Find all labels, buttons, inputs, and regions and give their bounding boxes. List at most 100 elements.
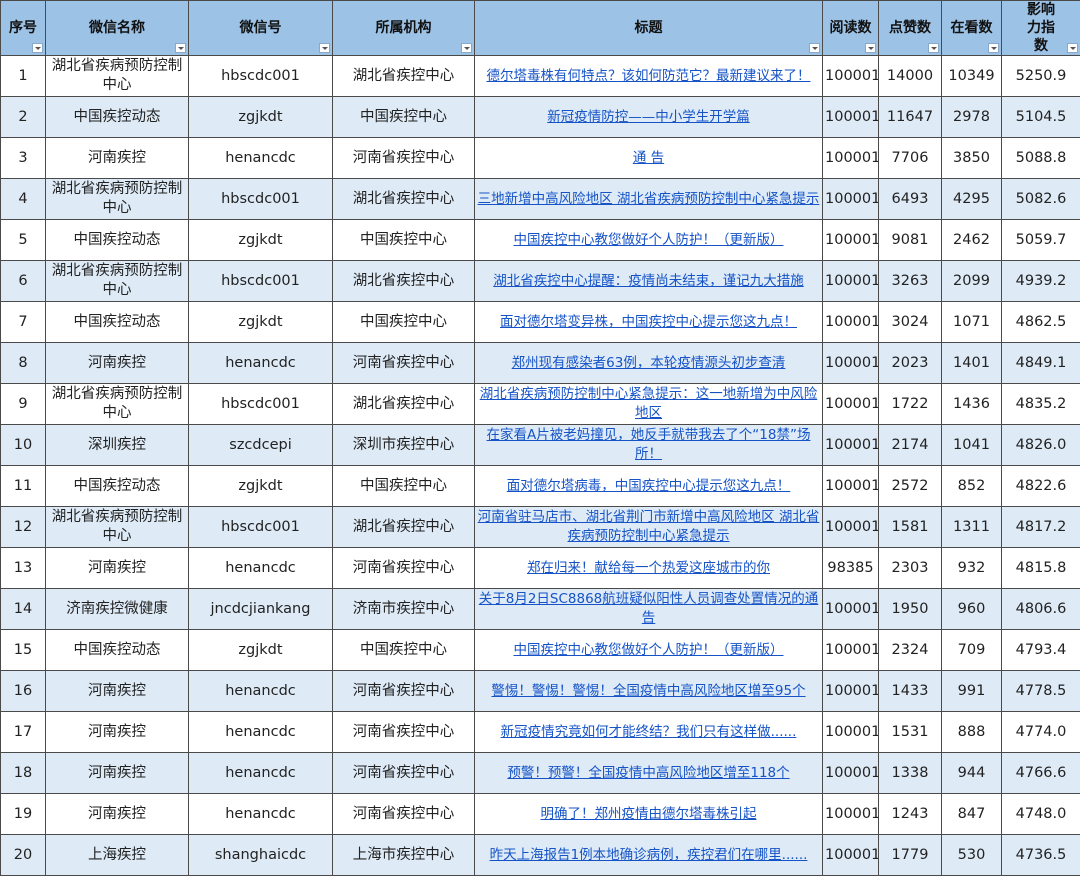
column-header-label: 微信名称 xyxy=(89,20,145,36)
cell-influence: 4766.6 xyxy=(1002,753,1080,794)
article-title-link[interactable]: 明确了！郑州疫情由德尔塔毒株引起 xyxy=(541,806,757,822)
cell-reads: 100001 xyxy=(823,712,879,753)
cell-reads: 100001 xyxy=(823,343,879,384)
article-title-link[interactable]: 关于8月2日SC8868航班疑似阳性人员调查处置情况的通告 xyxy=(479,591,819,626)
cell-seq: 5 xyxy=(1,220,46,261)
cell-likes: 1433 xyxy=(879,671,942,712)
cell-influence: 5082.6 xyxy=(1002,179,1080,220)
article-title-link[interactable]: 湖北省疾控中心提醒：疫情尚未结束，谨记九大措施 xyxy=(493,273,804,289)
column-header-wxid: 微信号 xyxy=(189,1,333,56)
cell-org: 河南省疾控中心 xyxy=(333,138,475,179)
cell-wxid: hbscdc001 xyxy=(189,179,333,220)
filter-dropdown-icon[interactable] xyxy=(988,43,999,53)
cell-org: 河南省疾控中心 xyxy=(333,343,475,384)
cell-org: 河南省疾控中心 xyxy=(333,548,475,589)
cell-influence: 4862.5 xyxy=(1002,302,1080,343)
article-title-link[interactable]: 河南省驻马店市、湖北省荆门市新增中高风险地区 湖北省疾病预防控制中心紧急提示 xyxy=(478,509,820,544)
cell-org: 中国疾控中心 xyxy=(333,97,475,138)
cell-reads: 100001 xyxy=(823,753,879,794)
column-header-org: 所属机构 xyxy=(333,1,475,56)
cell-influence: 5250.9 xyxy=(1002,56,1080,97)
table-body: 1湖北省疾病预防控制中心hbscdc001湖北省疾控中心德尔塔毒株有何特点？该如… xyxy=(1,56,1080,876)
table-row: 12湖北省疾病预防控制中心hbscdc001湖北省疾控中心河南省驻马店市、湖北省… xyxy=(1,507,1080,548)
filter-dropdown-icon[interactable] xyxy=(928,43,939,53)
cell-title: 德尔塔毒株有何特点？该如何防范它？最新建议来了！ xyxy=(475,56,823,97)
cell-name: 湖北省疾病预防控制中心 xyxy=(46,179,189,220)
filter-dropdown-icon[interactable] xyxy=(175,43,186,53)
article-title-link[interactable]: 在家看A片被老妈撞见，她反手就带我去了个“18禁”场所！ xyxy=(487,427,811,462)
cell-org: 中国疾控中心 xyxy=(333,220,475,261)
cell-org: 深圳市疾控中心 xyxy=(333,425,475,466)
filter-dropdown-icon[interactable] xyxy=(865,43,876,53)
cell-org: 湖北省疾控中心 xyxy=(333,507,475,548)
article-title-link[interactable]: 德尔塔毒株有何特点？该如何防范它？最新建议来了！ xyxy=(487,68,811,84)
cell-reads: 100001 xyxy=(823,589,879,630)
filter-dropdown-icon[interactable] xyxy=(1067,43,1078,53)
cell-reads: 100001 xyxy=(823,97,879,138)
column-header-label: 序号 xyxy=(9,20,37,36)
cell-title: 预警！预警！全国疫情中高风险地区增至118个 xyxy=(475,753,823,794)
article-title-link[interactable]: 中国疾控中心教您做好个人防护！（更新版） xyxy=(514,232,784,248)
cell-seq: 18 xyxy=(1,753,46,794)
cell-watching: 1401 xyxy=(942,343,1002,384)
cell-name: 中国疾控动态 xyxy=(46,466,189,507)
cell-org: 济南市疾控中心 xyxy=(333,589,475,630)
article-title-link[interactable]: 通 告 xyxy=(633,150,664,166)
table-row: 10深圳疾控szcdcepi深圳市疾控中心在家看A片被老妈撞见，她反手就带我去了… xyxy=(1,425,1080,466)
cell-title: 郑州现有感染者63例，本轮疫情源头初步查清 xyxy=(475,343,823,384)
cell-watching: 2978 xyxy=(942,97,1002,138)
cell-likes: 1950 xyxy=(879,589,942,630)
article-title-link[interactable]: 新冠疫情防控——中小学生开学篇 xyxy=(547,109,750,125)
article-title-link[interactable]: 警惕！警惕！警惕！全国疫情中高风险地区增至95个 xyxy=(491,683,805,699)
cell-influence: 4849.1 xyxy=(1002,343,1080,384)
article-title-link[interactable]: 郑州现有感染者63例，本轮疫情源头初步查清 xyxy=(512,355,786,371)
article-title-link[interactable]: 预警！预警！全国疫情中高风险地区增至118个 xyxy=(507,765,789,781)
cell-likes: 1243 xyxy=(879,794,942,835)
filter-dropdown-icon[interactable] xyxy=(319,43,330,53)
cell-wxid: henancdc xyxy=(189,794,333,835)
cell-watching: 847 xyxy=(942,794,1002,835)
cell-title: 新冠疫情防控——中小学生开学篇 xyxy=(475,97,823,138)
cell-likes: 2324 xyxy=(879,630,942,671)
cell-influence: 5088.8 xyxy=(1002,138,1080,179)
cell-org: 中国疾控中心 xyxy=(333,302,475,343)
cell-likes: 2174 xyxy=(879,425,942,466)
article-title-link[interactable]: 昨天上海报告1例本地确诊病例，疾控君们在哪里...... xyxy=(490,847,808,863)
column-header-reads: 阅读数 xyxy=(823,1,879,56)
cell-wxid: hbscdc001 xyxy=(189,507,333,548)
cell-influence: 4736.5 xyxy=(1002,835,1080,876)
cell-name: 河南疾控 xyxy=(46,794,189,835)
article-title-link[interactable]: 中国疾控中心教您做好个人防护！（更新版） xyxy=(514,642,784,658)
article-title-link[interactable]: 湖北省疾病预防控制中心紧急提示：这一地新增为中风险地区 xyxy=(480,386,818,421)
cell-seq: 20 xyxy=(1,835,46,876)
cell-seq: 12 xyxy=(1,507,46,548)
article-title-link[interactable]: 三地新增中高风险地区 湖北省疾病预防控制中心紧急提示 xyxy=(478,191,820,207)
column-header-seq: 序号 xyxy=(1,1,46,56)
column-header-label: 阅读数 xyxy=(830,20,872,36)
cell-likes: 1779 xyxy=(879,835,942,876)
cell-title: 河南省驻马店市、湖北省荆门市新增中高风险地区 湖北省疾病预防控制中心紧急提示 xyxy=(475,507,823,548)
article-title-link[interactable]: 面对德尔塔病毒，中国疾控中心提示您这九点！ xyxy=(507,478,791,494)
cell-name: 河南疾控 xyxy=(46,343,189,384)
cell-reads: 100001 xyxy=(823,261,879,302)
cell-name: 中国疾控动态 xyxy=(46,630,189,671)
cell-wxid: hbscdc001 xyxy=(189,56,333,97)
filter-dropdown-icon[interactable] xyxy=(32,43,43,53)
cell-title: 通 告 xyxy=(475,138,823,179)
cell-org: 河南省疾控中心 xyxy=(333,671,475,712)
table-row: 6湖北省疾病预防控制中心hbscdc001湖北省疾控中心湖北省疾控中心提醒：疫情… xyxy=(1,261,1080,302)
filter-dropdown-icon[interactable] xyxy=(461,43,472,53)
filter-dropdown-icon[interactable] xyxy=(809,43,820,53)
article-title-link[interactable]: 新冠疫情究竟如何才能终结？我们只有这样做...... xyxy=(501,724,797,740)
cell-reads: 100001 xyxy=(823,794,879,835)
cell-name: 河南疾控 xyxy=(46,753,189,794)
cell-watching: 1071 xyxy=(942,302,1002,343)
cell-wxid: zgjkdt xyxy=(189,466,333,507)
article-title-link[interactable]: 面对德尔塔变异株，中国疾控中心提示您这九点！ xyxy=(500,314,797,330)
cell-wxid: henancdc xyxy=(189,712,333,753)
cell-name: 深圳疾控 xyxy=(46,425,189,466)
article-title-link[interactable]: 郑在归来！献给每一个热爱这座城市的你 xyxy=(527,560,770,576)
cell-influence: 4826.0 xyxy=(1002,425,1080,466)
cell-influence: 4817.2 xyxy=(1002,507,1080,548)
cell-reads: 100001 xyxy=(823,671,879,712)
